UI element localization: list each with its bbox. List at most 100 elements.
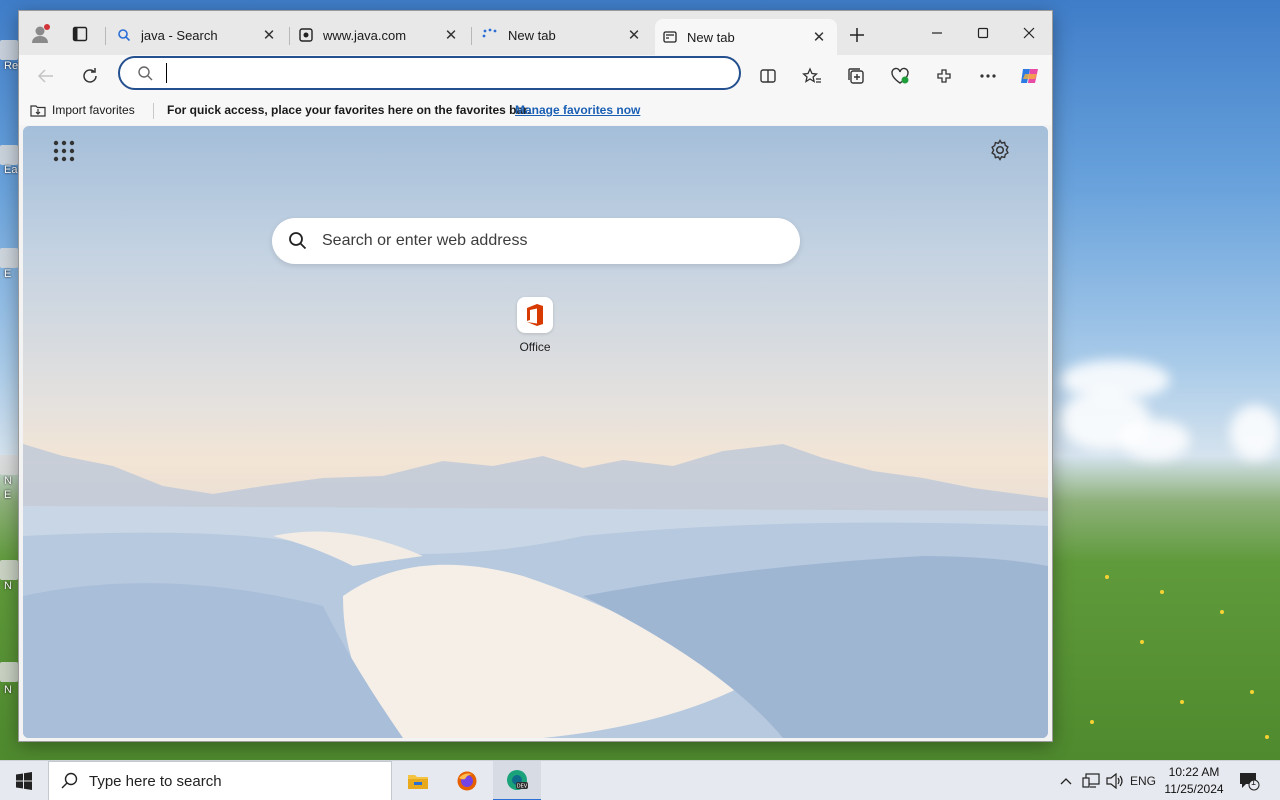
copilot-button[interactable] — [1015, 61, 1045, 91]
tab-separator — [105, 27, 106, 45]
tab-new-tab-active[interactable]: New tab ✕ — [655, 19, 837, 55]
desktop-icon[interactable] — [0, 40, 18, 60]
windows-logo-icon — [16, 772, 32, 790]
volume-button[interactable] — [1104, 761, 1126, 800]
back-button[interactable] — [31, 61, 61, 91]
firefox-app[interactable] — [443, 761, 491, 800]
apps-launcher-button[interactable] — [53, 140, 77, 164]
close-icon[interactable]: ✕ — [441, 25, 461, 45]
edge-dev-icon: DEV — [507, 770, 528, 790]
notification-count: 1 — [1251, 777, 1257, 787]
extensions-button[interactable] — [929, 61, 959, 91]
address-bar[interactable] — [118, 56, 741, 90]
flower — [1105, 575, 1109, 579]
cloud — [1230, 405, 1280, 460]
clock-date: 11/25/2024 — [1164, 782, 1224, 796]
new-tab-search-box[interactable] — [272, 218, 800, 264]
tab-actions-button[interactable] — [66, 20, 94, 48]
close-icon[interactable]: ✕ — [809, 27, 829, 47]
office-tile[interactable] — [517, 297, 553, 333]
desktop-icon[interactable] — [0, 248, 18, 268]
show-hidden-icons-button[interactable] — [1056, 761, 1076, 800]
refresh-button[interactable] — [75, 61, 105, 91]
start-button[interactable] — [0, 761, 48, 800]
desktop-icon-label: Ea — [4, 164, 18, 176]
tab-separator — [471, 27, 472, 45]
back-arrow-icon — [37, 69, 53, 83]
firefox-icon — [457, 771, 477, 791]
chevron-up-icon — [1060, 778, 1072, 785]
new-tab-page: Office — [23, 126, 1048, 738]
taskbar-clock[interactable]: 10:22 AM 11/25/2024 — [1158, 764, 1230, 798]
grid-dots-icon — [53, 140, 75, 162]
browser-window: java - Search ✕ www.java.com ✕ New tab ✕ — [18, 10, 1053, 742]
tab-new-tab[interactable]: New tab ✕ — [474, 19, 652, 51]
flower — [1090, 720, 1094, 724]
new-tab-button[interactable] — [845, 23, 869, 47]
refresh-icon — [83, 68, 97, 83]
more-dots-icon — [980, 74, 996, 78]
address-input[interactable] — [166, 63, 706, 83]
search-icon — [138, 66, 153, 81]
desktop-icon[interactable] — [0, 560, 18, 580]
maximize-button[interactable] — [960, 19, 1006, 47]
loading-icon — [482, 28, 497, 38]
tab-java-search[interactable]: java - Search ✕ — [109, 19, 287, 51]
close-window-button[interactable] — [1006, 19, 1052, 47]
desktop-icon[interactable] — [0, 455, 18, 475]
search-icon — [61, 772, 78, 789]
flower — [1140, 640, 1144, 644]
cloud — [1120, 420, 1190, 460]
network-icon — [1082, 773, 1100, 788]
file-explorer-app[interactable] — [394, 761, 442, 800]
office-icon — [527, 304, 543, 326]
manage-favorites-link[interactable]: Manage favorites now — [515, 103, 640, 117]
flower — [1160, 590, 1164, 594]
newtab-icon — [663, 31, 677, 43]
svg-text:DEV: DEV — [517, 784, 528, 790]
import-favorites-button[interactable]: Import favorites — [30, 100, 135, 120]
desktop-icon-label: E — [4, 489, 12, 501]
gear-icon — [991, 139, 1009, 161]
notification-center-button[interactable]: 1 — [1234, 761, 1264, 800]
desktop-icon[interactable] — [0, 145, 18, 165]
close-icon[interactable]: ✕ — [624, 25, 644, 45]
profile-button[interactable] — [27, 20, 55, 48]
favorites-message: For quick access, place your favorites h… — [167, 103, 531, 117]
desktop-icon-label: N — [4, 684, 12, 696]
search-icon — [118, 29, 131, 42]
search-icon — [289, 232, 307, 250]
close-icon[interactable]: ✕ — [259, 25, 279, 45]
import-favorites-label: Import favorites — [52, 103, 135, 117]
profile-icon — [32, 24, 50, 43]
clock-time: 10:22 AM — [1168, 765, 1220, 779]
edge-dev-app[interactable]: DEV — [493, 761, 541, 800]
collections-button[interactable] — [841, 61, 871, 91]
desktop-icon[interactable] — [0, 662, 18, 682]
browser-essentials-button[interactable] — [885, 61, 915, 91]
new-tab-search-input[interactable] — [322, 232, 762, 250]
tab-strip: java - Search ✕ www.java.com ✕ New tab ✕ — [19, 11, 1052, 55]
extensions-icon — [937, 69, 951, 83]
minimize-button[interactable] — [914, 19, 960, 47]
maximize-icon — [977, 27, 989, 39]
close-icon — [1023, 27, 1035, 39]
taskbar-search-box[interactable] — [48, 761, 392, 800]
more-button[interactable] — [973, 61, 1003, 91]
network-button[interactable] — [1080, 761, 1102, 800]
quick-link-label: Office — [519, 340, 551, 354]
tab-actions-icon — [72, 26, 88, 42]
import-icon — [30, 105, 46, 117]
flower — [1180, 700, 1184, 704]
favorites-button[interactable] — [797, 61, 827, 91]
input-language-button[interactable]: ENG — [1128, 761, 1158, 800]
tab-java-com[interactable]: www.java.com ✕ — [291, 19, 469, 51]
java-icon — [299, 28, 313, 42]
browser-toolbar — [19, 55, 1052, 97]
plus-icon — [850, 28, 864, 42]
copilot-icon — [1021, 69, 1038, 83]
split-screen-button[interactable] — [753, 61, 783, 91]
page-settings-button[interactable] — [989, 139, 1015, 165]
quick-link-office[interactable]: Office — [509, 297, 561, 354]
taskbar-search-input[interactable] — [89, 772, 369, 790]
